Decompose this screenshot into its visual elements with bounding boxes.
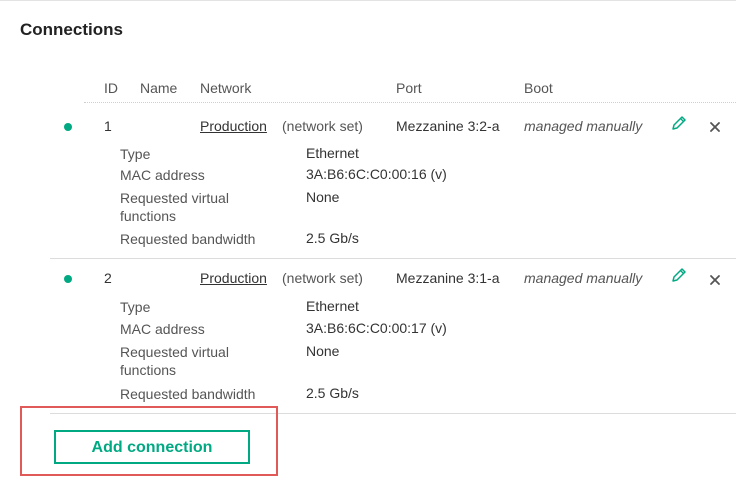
boot-value: managed manually	[524, 270, 643, 286]
close-icon[interactable]	[707, 272, 725, 290]
detail-label-mac: MAC address	[120, 167, 205, 183]
detail-value-virtual-functions: None	[306, 343, 340, 359]
network-type: (network set)	[282, 118, 363, 134]
detail-label-virtual-functions: Requested virtual functions	[120, 190, 229, 224]
column-header-boot: Boot	[524, 80, 553, 96]
port-value: Mezzanine 3:2-a	[396, 118, 500, 134]
column-header-name: Name	[140, 80, 178, 96]
detail-label-mac: MAC address	[120, 321, 205, 337]
port-value: Mezzanine 3:1-a	[396, 270, 500, 286]
column-header-port: Port	[396, 80, 422, 96]
boot-value: managed manually	[524, 118, 643, 134]
network-type: (network set)	[282, 270, 363, 286]
detail-value-mac: 3A:B6:6C:C0:00:16 (v)	[306, 166, 447, 182]
detail-label-bandwidth: Requested bandwidth	[120, 231, 256, 247]
detail-label-type: Type	[120, 299, 151, 315]
column-header-network: Network	[200, 80, 252, 96]
detail-value-type: Ethernet	[306, 145, 359, 161]
network-link[interactable]: Production	[200, 270, 267, 286]
add-connection-button[interactable]: Add connection	[54, 430, 250, 464]
detail-value-type: Ethernet	[306, 298, 359, 314]
detail-label-bandwidth: Requested bandwidth	[120, 386, 256, 402]
detail-value-virtual-functions: None	[306, 189, 340, 205]
row-divider	[50, 258, 736, 259]
top-divider	[0, 0, 736, 5]
column-header-id: ID	[104, 80, 118, 96]
status-dot	[64, 123, 72, 131]
detail-value-bandwidth: 2.5 Gb/s	[306, 385, 359, 401]
close-icon[interactable]	[707, 119, 725, 137]
detail-value-mac: 3A:B6:6C:C0:00:17 (v)	[306, 320, 447, 336]
network-link[interactable]: Production	[200, 118, 267, 134]
connection-id: 2	[104, 270, 112, 286]
edit-icon[interactable]	[670, 114, 688, 132]
detail-value-bandwidth: 2.5 Gb/s	[306, 230, 359, 246]
status-dot	[64, 275, 72, 283]
detail-label-type: Type	[120, 146, 151, 162]
edit-icon[interactable]	[670, 266, 688, 284]
detail-label-virtual-functions: Requested virtual functions	[120, 344, 229, 378]
connection-id: 1	[104, 118, 112, 134]
section-title: Connections	[20, 20, 123, 39]
header-divider	[84, 102, 736, 103]
